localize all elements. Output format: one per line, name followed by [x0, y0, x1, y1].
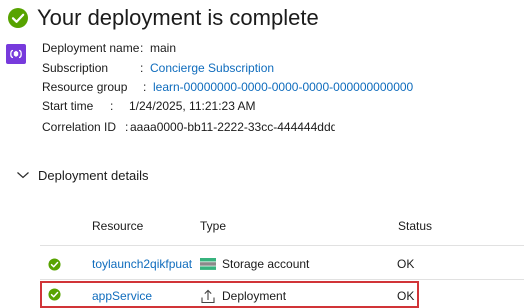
success-check-icon [48, 249, 61, 279]
deployment-details-label: Deployment details [38, 167, 149, 183]
prop-value: main [150, 41, 177, 55]
prop-separator: : [125, 120, 129, 134]
prop-label: Correlation ID [42, 120, 117, 134]
table-row: toylaunch2qikfpuat Storage account OK [40, 249, 524, 279]
column-header-status: Status [398, 219, 433, 233]
prop-label: Deployment name [42, 41, 140, 55]
chevron-down-icon [16, 170, 30, 180]
prop-label: Resource group [42, 80, 128, 94]
prop-label: Subscription [42, 61, 109, 75]
prop-separator: : [140, 41, 144, 55]
prop-separator: : [140, 61, 144, 75]
prop-label: Start time [42, 99, 94, 113]
resource-link[interactable]: toylaunch2qikfpuat [92, 249, 192, 279]
resource-status: OK [397, 257, 415, 271]
resource-type: Deployment [222, 288, 287, 303]
prop-value: aaaa0000-bb11-2222-33cc-444444dddddd [130, 120, 335, 134]
table-row-highlighted: appService Deployment OK [40, 281, 419, 308]
deployment-details-toggle[interactable]: Deployment details [16, 166, 149, 184]
prop-separator: : [110, 99, 114, 113]
resource-group-link[interactable]: learn-00000000-0000-0000-0000-0000000000… [153, 79, 413, 95]
resource-status: OK [397, 288, 415, 303]
table-divider [40, 279, 524, 280]
page-title: Your deployment is complete [37, 5, 319, 30]
column-header-resource: Resource [92, 219, 144, 233]
storage-account-icon [200, 249, 216, 279]
subscription-link[interactable]: Concierge Subscription [150, 60, 274, 76]
column-header-type: Type [200, 219, 227, 233]
table-divider [40, 245, 524, 246]
prop-value: 1/24/2025, 11:21:23 AM [129, 99, 256, 113]
page-header: Your deployment is complete [7, 2, 319, 34]
success-check-icon [7, 7, 29, 29]
resource-link[interactable]: appService [92, 283, 152, 308]
prop-separator: : [143, 80, 147, 94]
resource-type: Storage account [222, 257, 310, 271]
deployment-icon [6, 44, 26, 64]
success-check-icon [48, 283, 61, 306]
deployment-upload-icon [200, 283, 216, 308]
